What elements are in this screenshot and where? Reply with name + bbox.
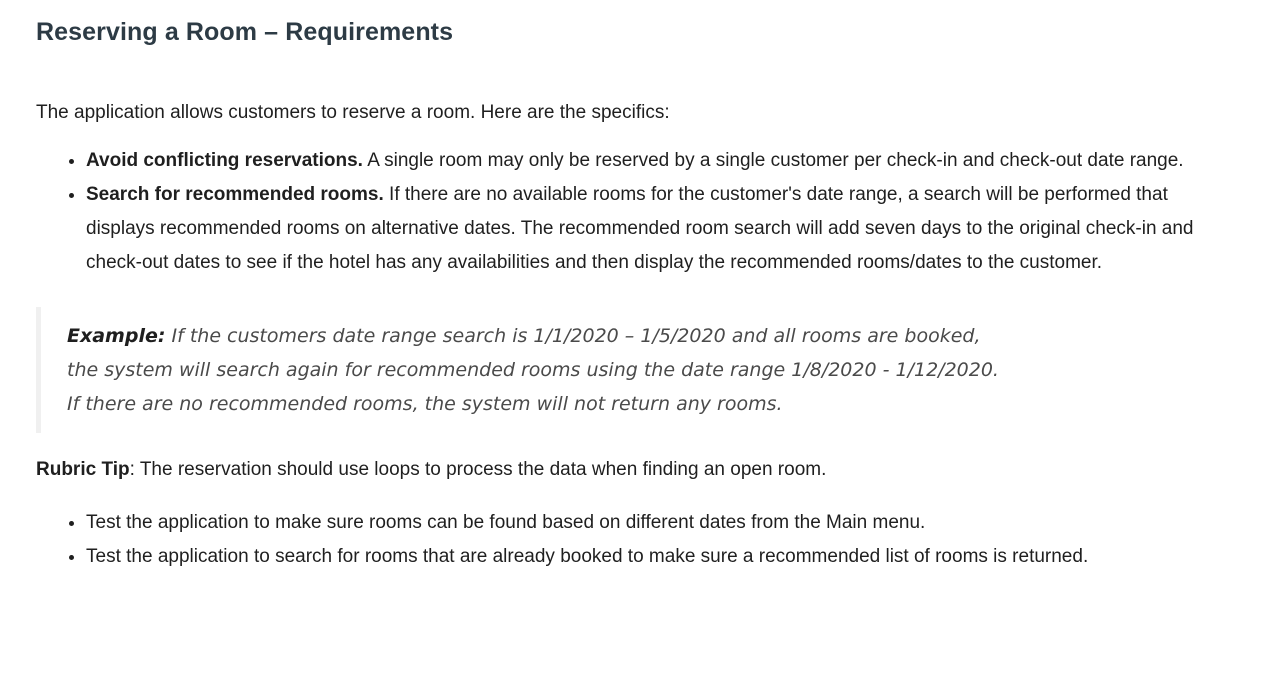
content-page: Reserving a Room – Requirements The appl… [0,0,1266,574]
list-item: Search for recommended rooms. If there a… [86,178,1230,280]
intro-paragraph: The application allows customers to rese… [36,102,670,123]
example-blockquote: Example: If the customers date range sea… [36,307,1007,433]
requirements-list: Avoid conflicting reservations. A single… [36,144,1230,280]
rubric-tip-label: Rubric Tip [36,459,130,480]
list-item: Test the application to search for rooms… [86,540,1230,574]
list-item: Test the application to make sure rooms … [86,506,1230,540]
requirement-label: Avoid conflicting reservations. [86,150,363,171]
list-item: Avoid conflicting reservations. A single… [86,144,1230,178]
requirement-text: A single room may only be reserved by a … [362,150,1184,171]
requirement-label: Search for recommended rooms. [86,184,384,205]
rubric-tip-text: : The reservation should use loops to pr… [129,459,827,480]
example-label: Example: [67,325,166,347]
rubric-tip-paragraph: Rubric Tip: The reservation should use l… [36,453,1230,487]
example-text: If the customers date range search is 1/… [67,325,999,415]
page-title: Reserving a Room – Requirements [36,18,454,46]
test-list: Test the application to make sure rooms … [36,506,1230,574]
